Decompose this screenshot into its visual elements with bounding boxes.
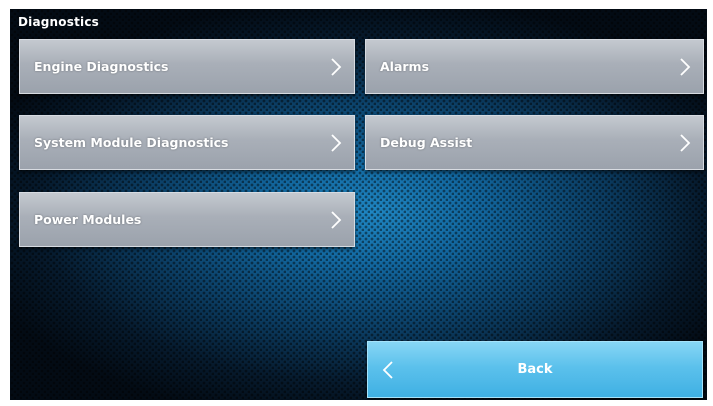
chevron-right-icon [330, 40, 342, 93]
alarms-label: Alarms [380, 59, 430, 74]
alarms-button[interactable]: Alarms [365, 39, 704, 94]
power-modules-button[interactable]: Power Modules [19, 192, 355, 247]
debug-assist-button[interactable]: Debug Assist [365, 115, 704, 170]
engine-diagnostics-label: Engine Diagnostics [34, 59, 169, 74]
engine-diagnostics-button[interactable]: Engine Diagnostics [19, 39, 355, 94]
debug-assist-label: Debug Assist [380, 135, 473, 150]
page-title: Diagnostics [18, 15, 99, 29]
system-module-diagnostics-label: System Module Diagnostics [34, 135, 229, 150]
system-module-diagnostics-button[interactable]: System Module Diagnostics [19, 115, 355, 170]
chevron-right-icon [679, 40, 691, 93]
back-label: Back [517, 362, 553, 377]
chevron-right-icon [330, 116, 342, 169]
diagnostics-screen: Diagnostics Engine Diagnostics Alarms Sy… [10, 9, 707, 400]
back-button[interactable]: Back [367, 341, 703, 398]
chevron-right-icon [330, 193, 342, 246]
chevron-right-icon [679, 116, 691, 169]
power-modules-label: Power Modules [34, 212, 142, 227]
display-frame: Diagnostics Engine Diagnostics Alarms Sy… [0, 0, 713, 406]
